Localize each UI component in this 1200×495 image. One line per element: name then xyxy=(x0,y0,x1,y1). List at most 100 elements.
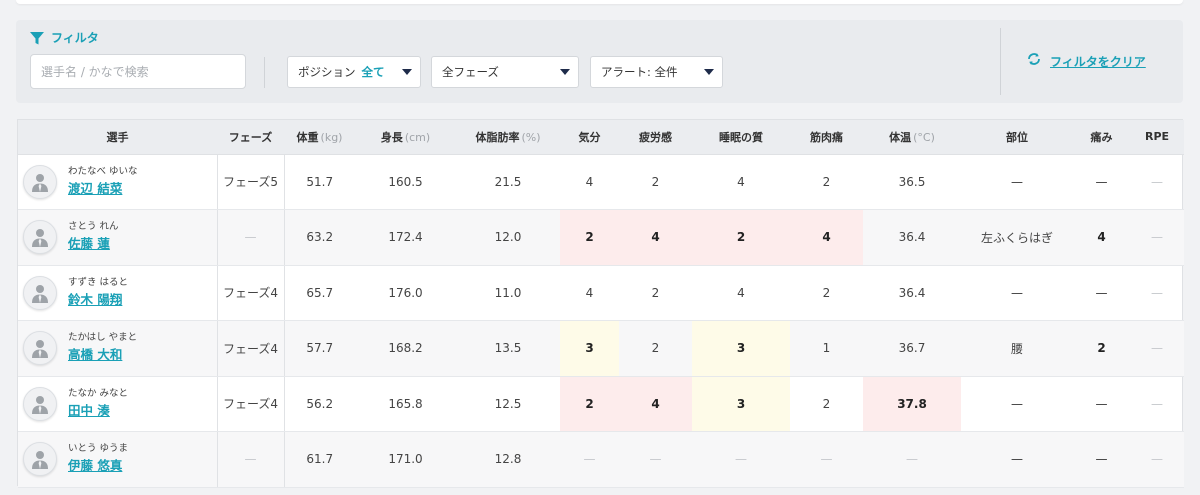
table-row[interactable]: いとう ゆうま 伊藤 悠真 — 61.7 171.0 12.8 — — — — … xyxy=(18,431,1184,488)
col-header-rpe[interactable]: RPE xyxy=(1130,120,1184,155)
col-header-temp[interactable]: 体温 (°C) xyxy=(863,120,961,155)
avatar xyxy=(23,331,57,366)
table-row[interactable]: たかはし やまと 高橋 大和 フェーズ4 57.7 168.2 13.5 3 2… xyxy=(18,320,1184,377)
temp-cell: 36.4 xyxy=(863,265,961,321)
sleep-cell: 3 xyxy=(692,376,790,432)
chevron-down-icon xyxy=(402,69,412,75)
height-cell: 160.5 xyxy=(355,154,456,210)
col-header-fatigue[interactable]: 疲労感 xyxy=(619,120,692,155)
player-cell: すずき はると 鈴木 陽翔 xyxy=(18,265,218,321)
sleep-cell: 4 xyxy=(692,154,790,210)
phase-select[interactable]: 全フェーズ xyxy=(431,56,579,88)
rpe-cell: — xyxy=(1130,376,1184,432)
sleep-cell: 3 xyxy=(692,320,790,377)
table-row[interactable]: わたなべ ゆいな 渡辺 結菜 フェーズ5 51.7 160.5 21.5 4 2… xyxy=(18,154,1184,210)
avatar xyxy=(23,275,57,310)
height-cell: 165.8 xyxy=(355,376,456,432)
player-cell: さとう れん 佐藤 蓮 xyxy=(18,209,218,266)
mood-cell: 3 xyxy=(560,320,619,377)
temp-cell: 36.4 xyxy=(863,209,961,266)
person-icon xyxy=(32,173,48,192)
weight-cell: 51.7 xyxy=(284,154,355,210)
phase-cell: フェーズ5 xyxy=(217,154,285,210)
clear-filters-button[interactable]: フィルタをクリア xyxy=(1026,51,1146,71)
height-cell: 172.4 xyxy=(355,209,456,266)
refresh-icon xyxy=(1026,51,1042,71)
col-header-soreness[interactable]: 筋肉痛 xyxy=(790,120,863,155)
temp-cell: 36.7 xyxy=(863,320,961,377)
sleep-cell: — xyxy=(692,431,790,488)
bodyfat-cell: 11.0 xyxy=(456,265,560,321)
soreness-cell: 2 xyxy=(790,154,863,210)
player-name-link[interactable]: 伊藤 悠真 xyxy=(68,456,128,476)
funnel-icon xyxy=(29,30,45,46)
player-name-link[interactable]: 渡辺 結菜 xyxy=(68,179,138,199)
pain-cell: — xyxy=(1073,154,1130,210)
soreness-cell: 1 xyxy=(790,320,863,377)
col-header-part[interactable]: 部位 xyxy=(961,120,1073,155)
col-header-weight[interactable]: 体重 (kg) xyxy=(284,120,355,155)
col-header-phase[interactable]: フェーズ xyxy=(217,120,284,155)
player-search-input[interactable] xyxy=(30,54,246,89)
soreness-cell: 2 xyxy=(790,265,863,321)
avatar xyxy=(23,386,57,421)
chevron-down-icon xyxy=(704,69,714,75)
col-header-sleep[interactable]: 睡眠の質 xyxy=(692,120,790,155)
mood-cell: 4 xyxy=(560,154,619,210)
weight-cell: 63.2 xyxy=(284,209,355,266)
player-name-link[interactable]: 鈴木 陽翔 xyxy=(68,290,128,310)
col-header-pain[interactable]: 痛み xyxy=(1073,120,1130,155)
position-select-value: 全て xyxy=(361,65,385,79)
temp-cell: 36.5 xyxy=(863,154,961,210)
table-row[interactable]: さとう れん 佐藤 蓮 — 63.2 172.4 12.0 2 4 2 4 36… xyxy=(18,209,1184,266)
bodyfat-cell: 12.8 xyxy=(456,431,560,488)
avatar xyxy=(23,442,57,477)
person-icon xyxy=(32,395,48,414)
mood-cell: — xyxy=(560,431,619,488)
player-cell: いとう ゆうま 伊藤 悠真 xyxy=(18,431,218,488)
col-header-player[interactable]: 選手 xyxy=(18,120,217,155)
col-header-bodyfat[interactable]: 体脂肪率 (%) xyxy=(456,120,560,155)
table-row[interactable]: たなか みなと 田中 湊 フェーズ4 56.2 165.8 12.5 2 4 3… xyxy=(18,376,1184,432)
fatigue-cell: 2 xyxy=(619,265,692,321)
player-name-link[interactable]: 高橋 大和 xyxy=(68,345,137,365)
condition-table: 選手 フェーズ 体重 (kg) 身長 (cm) 体脂肪率 (%) 気分 疲労感 睡眠の… xyxy=(17,119,1184,488)
height-cell: 176.0 xyxy=(355,265,456,321)
rpe-cell: — xyxy=(1130,265,1184,321)
pain-cell: — xyxy=(1073,376,1130,432)
fatigue-cell: 4 xyxy=(619,376,692,432)
sleep-cell: 4 xyxy=(692,265,790,321)
part-cell: 腰 xyxy=(961,320,1073,377)
rpe-cell: — xyxy=(1130,320,1184,377)
soreness-cell: — xyxy=(790,431,863,488)
avatar xyxy=(23,164,57,199)
weight-cell: 65.7 xyxy=(284,265,355,321)
soreness-cell: 4 xyxy=(790,209,863,266)
player-kana: さとう れん xyxy=(68,221,119,233)
temp-cell: — xyxy=(863,431,961,488)
player-cell: わたなべ ゆいな 渡辺 結菜 xyxy=(18,154,218,210)
position-select[interactable]: ポジション 全て xyxy=(287,56,421,88)
part-cell: — xyxy=(961,431,1073,488)
avatar xyxy=(23,220,57,255)
part-cell: — xyxy=(961,265,1073,321)
col-header-mood[interactable]: 気分 xyxy=(560,120,619,155)
rpe-cell: — xyxy=(1130,154,1184,210)
table-header-row: 選手 フェーズ 体重 (kg) 身長 (cm) 体脂肪率 (%) 気分 疲労感 睡眠の… xyxy=(18,120,1184,155)
sleep-cell: 2 xyxy=(692,209,790,266)
part-cell: — xyxy=(961,154,1073,210)
temp-cell: 37.8 xyxy=(863,376,961,432)
table-row[interactable]: すずき はると 鈴木 陽翔 フェーズ4 65.7 176.0 11.0 4 2 … xyxy=(18,265,1184,321)
height-cell: 168.2 xyxy=(355,320,456,377)
player-kana: わたなべ ゆいな xyxy=(68,165,138,177)
player-name-link[interactable]: 田中 湊 xyxy=(68,401,128,421)
alert-select[interactable]: アラート: 全件 xyxy=(590,56,723,88)
top-card-edge xyxy=(16,0,1183,4)
phase-cell: — xyxy=(217,209,285,266)
player-name-link[interactable]: 佐藤 蓮 xyxy=(68,234,119,254)
weight-cell: 61.7 xyxy=(284,431,355,488)
mood-cell: 4 xyxy=(560,265,619,321)
phase-cell: — xyxy=(217,431,285,488)
rpe-cell: — xyxy=(1130,431,1184,488)
col-header-height[interactable]: 身長 (cm) xyxy=(355,120,456,155)
